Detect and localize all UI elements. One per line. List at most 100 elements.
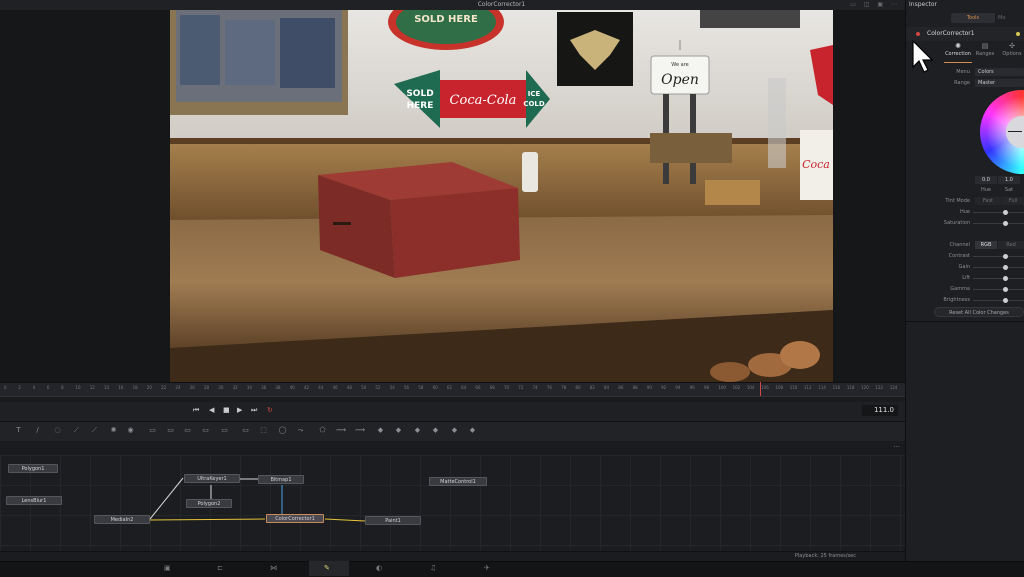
toolbar-tool-icon[interactable]: ▭ — [148, 426, 157, 435]
pointer-cursor-icon — [912, 40, 934, 73]
toolbar-tool-icon[interactable]: ◆ — [450, 426, 459, 435]
ruler-tick-label: 90 — [646, 385, 652, 390]
node-editor[interactable]: Polygon1 LensBlur1 UltraKeyer1 Bitmap1 P… — [0, 455, 905, 551]
ruler-tick-label: 26 — [189, 385, 195, 390]
tab-tools[interactable]: Tools — [951, 13, 995, 23]
toolbar-tool-icon[interactable]: ◌ — [53, 426, 62, 435]
menu-select[interactable]: Colors — [975, 68, 1024, 76]
tool-pin-icon[interactable] — [1016, 32, 1020, 36]
edit-page-icon[interactable]: ⋈ — [270, 564, 277, 572]
channel-red-button[interactable]: Red — [998, 241, 1024, 249]
toolbar-tool-icon[interactable]: ⤳ — [296, 426, 305, 435]
loop-button[interactable]: ↻ — [267, 406, 273, 414]
subtab-ranges[interactable]: ▤ Ranges — [971, 42, 999, 57]
channel-rgb-button[interactable]: RGB — [975, 241, 997, 249]
current-frame-field[interactable]: 111.0 — [862, 405, 898, 416]
toolbar-tool-icon[interactable]: T — [14, 426, 23, 435]
stop-button[interactable]: ■ — [223, 406, 230, 414]
saturation-slider[interactable] — [973, 221, 1024, 226]
subtab-correction[interactable]: ✺ Correction — [944, 42, 972, 57]
play-button[interactable]: ▶ — [237, 406, 242, 414]
viewer-image[interactable]: SOLD HERE SOLD HERE Coca-Cola ICE COLD W… — [170, 10, 833, 382]
ruler-tick-label: 60 — [432, 385, 438, 390]
saturation-slider-knob[interactable] — [1003, 221, 1008, 226]
ruler-tick-label: 106 — [761, 385, 769, 390]
toolbar-tool-icon[interactable]: ⬚ — [259, 426, 268, 435]
toolbar-tool-icon[interactable]: ◆ — [468, 426, 477, 435]
toolbar-tool-icon[interactable]: ◯ — [278, 426, 287, 435]
hue-slider[interactable] — [973, 210, 1024, 215]
node-mattecontrol1[interactable]: MatteControl1 — [429, 477, 487, 486]
ruler-tick-label: 54 — [389, 385, 395, 390]
color-wheel-handle[interactable] — [1008, 131, 1022, 132]
brightness-slider-knob[interactable] — [1003, 298, 1008, 303]
toolbar-tool-icon[interactable]: ⟿ — [355, 426, 365, 435]
svg-text:SOLD: SOLD — [406, 89, 433, 99]
node-polygon1[interactable]: Polygon1 — [8, 464, 58, 473]
deliver-page-icon[interactable]: ✈ — [484, 564, 490, 572]
toolbar-tool-icon[interactable]: ◉ — [126, 426, 135, 435]
node-colorcorrector1[interactable]: ColorCorrector1 — [266, 514, 324, 523]
gain-slider-knob[interactable] — [1003, 265, 1008, 270]
media-page-icon[interactable]: ▣ — [164, 564, 171, 572]
gamma-slider[interactable] — [973, 287, 1024, 292]
hue-slider-knob[interactable] — [1003, 210, 1008, 215]
sat-value-field[interactable]: 1.0 — [998, 176, 1020, 184]
ruler-tick-label: 118 — [846, 385, 855, 390]
toolbar-tool-icon[interactable]: ◆ — [394, 426, 403, 435]
toolbar-tool-icon[interactable]: / — [33, 426, 42, 435]
color-page-icon[interactable]: ◐ — [376, 564, 382, 572]
node-paint1[interactable]: Paint1 — [365, 516, 421, 525]
node-bitmap1[interactable]: Bitmap1 — [258, 475, 304, 484]
toolbar-tool-icon[interactable]: ▭ — [166, 426, 175, 435]
toolbar-tool-icon[interactable]: ▭ — [220, 426, 229, 435]
toolbar-tool-icon[interactable]: ▭ — [241, 426, 250, 435]
ruler-tick-label: 82 — [589, 385, 595, 390]
toolbar-tool-icon[interactable]: ▭ — [183, 426, 192, 435]
node-mediain2[interactable]: MediaIn2 — [94, 515, 150, 524]
tint-fast-button[interactable]: Fast — [975, 197, 1001, 205]
toolbar-tool-icon[interactable]: ◆ — [413, 426, 422, 435]
fusion-page-icon[interactable]: ✎ — [324, 564, 330, 572]
ruler-tick-label: 124 — [889, 385, 898, 390]
tab-modifiers[interactable]: Mo — [998, 13, 1024, 23]
brightness-slider[interactable] — [973, 298, 1024, 303]
tint-full-button[interactable]: Full — [1002, 197, 1024, 205]
hue-value-field[interactable]: 0.0 — [975, 176, 997, 184]
more-options-icon[interactable]: ··· — [893, 443, 900, 451]
range-select[interactable]: Master — [975, 79, 1024, 87]
step-back-button[interactable]: ◀ — [209, 406, 214, 414]
lift-slider-knob[interactable] — [1003, 276, 1008, 281]
gamma-slider-knob[interactable] — [1003, 287, 1008, 292]
toolbar-tool-icon[interactable]: ⟿ — [336, 426, 346, 435]
toolbar-tool-icon[interactable]: ⬠ — [318, 426, 327, 435]
node-polygon2[interactable]: Polygon2 — [186, 499, 232, 508]
tool-color-dot — [916, 32, 920, 36]
subtab-options[interactable]: ✣ Options — [998, 42, 1024, 57]
contrast-slider[interactable] — [973, 254, 1024, 259]
fairlight-page-icon[interactable]: ♫ — [430, 564, 436, 572]
ruler-tick-label: 38 — [275, 385, 281, 390]
reset-all-color-changes-button[interactable]: Reset All Color Changes — [934, 307, 1024, 317]
node-ultrakeyer1[interactable]: UltraKeyer1 — [184, 474, 240, 483]
contrast-slider-knob[interactable] — [1003, 254, 1008, 259]
lift-slider[interactable] — [973, 276, 1024, 281]
toolbar-tool-icon[interactable]: ◆ — [376, 426, 385, 435]
ruler-tick-label: 104 — [746, 385, 755, 390]
toolbar-tool-icon[interactable]: ▭ — [201, 426, 210, 435]
cut-page-icon[interactable]: ⊏ — [217, 564, 223, 572]
time-ruler[interactable]: 0 2 4 6 8 10 12 14 16 18 20 22 24 26 28 30 32 34 36 38 40 42 4… — [0, 382, 905, 397]
node-lensblur1[interactable]: LensBlur1 — [6, 496, 62, 505]
ruler-tick-label: 40 — [289, 385, 295, 390]
go-to-start-button[interactable]: ⏮ — [193, 406, 199, 415]
ruler-tick-label: 94 — [675, 385, 681, 390]
ruler-tick-label: 44 — [318, 385, 324, 390]
gain-slider[interactable] — [973, 265, 1024, 270]
svg-text:Coca: Coca — [802, 158, 830, 171]
toolbar-tool-icon[interactable]: ⟋ — [72, 426, 81, 435]
toolbar-tool-icon[interactable]: ✺ — [109, 426, 118, 435]
toolbar-tool-icon[interactable]: ⟋ — [90, 426, 99, 435]
toolbar-tool-icon[interactable]: ◆ — [431, 426, 440, 435]
go-to-end-button[interactable]: ⏭ — [251, 406, 257, 415]
viewer-options-icons[interactable]: ▭ ◫ ▣ ⋯ — [850, 0, 900, 10]
